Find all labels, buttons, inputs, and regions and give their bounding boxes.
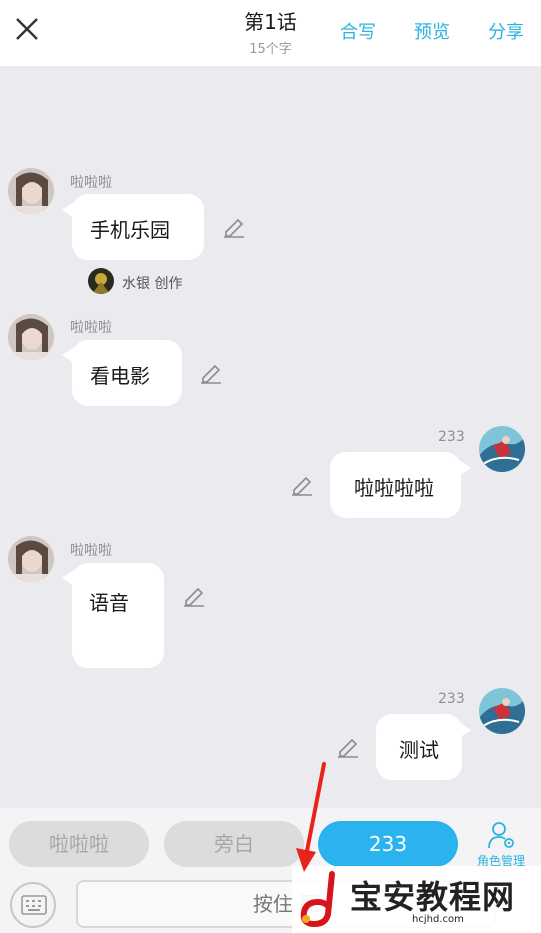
message-text: 手机乐园 <box>90 218 170 242</box>
credit-text: 水银 创作 <box>122 276 183 292</box>
pencil-icon[interactable] <box>336 734 360 758</box>
role-chip-narration[interactable]: 旁白 <box>164 821 304 867</box>
role-chip-active[interactable]: 233 <box>318 821 458 867</box>
share-button[interactable]: 分享 <box>488 18 524 44</box>
avatar[interactable] <box>8 314 54 360</box>
pencil-icon[interactable] <box>222 214 246 238</box>
speaker-name: 啦啦啦 <box>70 543 112 559</box>
message-bubble[interactable]: 啦啦啦啦 <box>330 452 461 518</box>
role-chip[interactable]: 啦啦啦 <box>9 821 149 867</box>
message-bubble[interactable]: 测试 <box>376 714 462 780</box>
avatar[interactable] <box>479 688 525 734</box>
word-count: 15个字 <box>249 42 292 57</box>
pencil-icon[interactable] <box>290 472 314 496</box>
speaker-name: 233 <box>438 691 465 707</box>
page-title: 第1话 <box>244 10 297 34</box>
message-text: 看电影 <box>90 364 150 388</box>
watermark: 宝安教程网 hcjhd.com <box>292 866 541 933</box>
keyboard-toggle-button[interactable] <box>10 882 56 928</box>
avatar[interactable] <box>8 168 54 214</box>
pencil-icon[interactable] <box>182 583 206 607</box>
speaker-name: 啦啦啦 <box>70 175 112 191</box>
top-bar: 第1话 15个字 合写 预览 分享 <box>0 0 541 66</box>
message-bubble[interactable]: 手机乐园 <box>72 194 204 260</box>
watermark-text: 宝安教程网 <box>350 878 516 916</box>
speaker-name: 啦啦啦 <box>70 320 112 336</box>
message-bubble[interactable]: 语音 <box>72 563 164 668</box>
avatar[interactable] <box>8 536 54 582</box>
user-gear-icon <box>488 822 514 849</box>
preview-button[interactable]: 预览 <box>414 18 450 44</box>
speaker-name: 233 <box>438 429 465 445</box>
watermark-logo-icon <box>300 871 335 928</box>
role-manage-button[interactable]: 角色管理 <box>468 820 534 870</box>
watermark-url: hcjhd.com <box>412 914 464 925</box>
message-text: 测试 <box>399 738 439 762</box>
avatar[interactable] <box>479 426 525 472</box>
message-bubble[interactable]: 看电影 <box>72 340 182 406</box>
co-write-button[interactable]: 合写 <box>340 18 376 44</box>
pencil-icon[interactable] <box>199 360 223 384</box>
keyboard-icon <box>21 895 47 915</box>
credit-avatar <box>88 268 114 294</box>
message-text: 语音 <box>89 591 129 615</box>
message-text: 啦啦啦啦 <box>354 476 434 500</box>
